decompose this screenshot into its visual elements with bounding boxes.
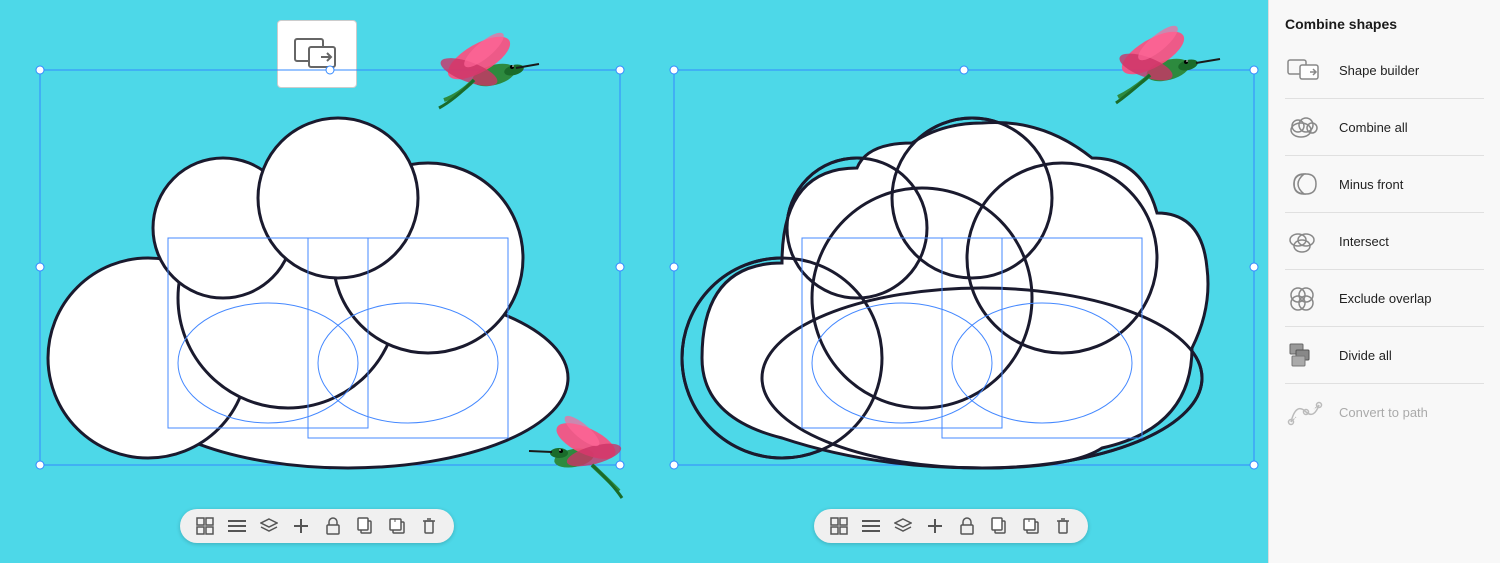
right-toolbar: [814, 509, 1088, 543]
intersect-label: Intersect: [1339, 234, 1389, 249]
toolbar-layers-btn[interactable]: [258, 515, 280, 537]
toolbar-lock-btn[interactable]: [322, 515, 344, 537]
toolbar-delete-btn-r[interactable]: [1052, 515, 1074, 537]
exclude-overlap-icon: [1285, 282, 1325, 314]
sidebar-item-exclude-overlap[interactable]: Exclude overlap: [1269, 272, 1500, 324]
sidebar-title: Combine shapes: [1269, 12, 1500, 44]
toolbar-duplicate-btn-r[interactable]: [1020, 515, 1042, 537]
right-canvas-panel[interactable]: [634, 0, 1268, 563]
intersect-icon: [1285, 225, 1325, 257]
toolbar-copy-btn[interactable]: [354, 515, 376, 537]
toolbar-menu-btn[interactable]: [226, 515, 248, 537]
toolbar-lock-btn-r[interactable]: [956, 515, 978, 537]
combine-all-icon: [1285, 111, 1325, 143]
divider-2: [1285, 155, 1484, 156]
divider-5: [1285, 326, 1484, 327]
toolbar-duplicate-btn[interactable]: [386, 515, 408, 537]
minus-front-icon: [1285, 168, 1325, 200]
toolbar-grid-btn-r[interactable]: [828, 515, 850, 537]
divider-6: [1285, 383, 1484, 384]
sidebar-item-convert-to-path[interactable]: Convert to path: [1269, 386, 1500, 438]
sidebar-item-minus-front[interactable]: Minus front: [1269, 158, 1500, 210]
toolbar-copy-btn-r[interactable]: [988, 515, 1010, 537]
canvas-area: [0, 0, 1268, 563]
shape-builder-icon: [1285, 54, 1325, 86]
toolbar-add-btn-r[interactable]: [924, 515, 946, 537]
sidebar-item-intersect[interactable]: Intersect: [1269, 215, 1500, 267]
sidebar-item-combine-all[interactable]: Combine all: [1269, 101, 1500, 153]
sidebar-item-divide-all[interactable]: Divide all: [1269, 329, 1500, 381]
divider-1: [1285, 98, 1484, 99]
minus-front-label: Minus front: [1339, 177, 1403, 192]
exclude-overlap-label: Exclude overlap: [1339, 291, 1432, 306]
toolbar-layers-btn-r[interactable]: [892, 515, 914, 537]
toolbar-menu-btn-r[interactable]: [860, 515, 882, 537]
left-cloud-svg: [38, 68, 628, 468]
divide-all-icon: [1285, 339, 1325, 371]
divider-3: [1285, 212, 1484, 213]
left-canvas-panel[interactable]: [0, 0, 634, 563]
toolbar-delete-btn[interactable]: [418, 515, 440, 537]
sidebar-item-shape-builder[interactable]: Shape builder: [1269, 44, 1500, 96]
combine-all-label: Combine all: [1339, 120, 1408, 135]
left-toolbar: [180, 509, 454, 543]
toolbar-add-btn[interactable]: [290, 515, 312, 537]
shape-builder-label: Shape builder: [1339, 63, 1419, 78]
convert-to-path-icon: [1285, 396, 1325, 428]
divider-4: [1285, 269, 1484, 270]
divide-all-label: Divide all: [1339, 348, 1392, 363]
right-cloud-svg: [672, 68, 1262, 468]
toolbar-grid-btn[interactable]: [194, 515, 216, 537]
sidebar: Combine shapes Shape builder Combine all: [1268, 0, 1500, 563]
convert-to-path-label: Convert to path: [1339, 405, 1428, 420]
